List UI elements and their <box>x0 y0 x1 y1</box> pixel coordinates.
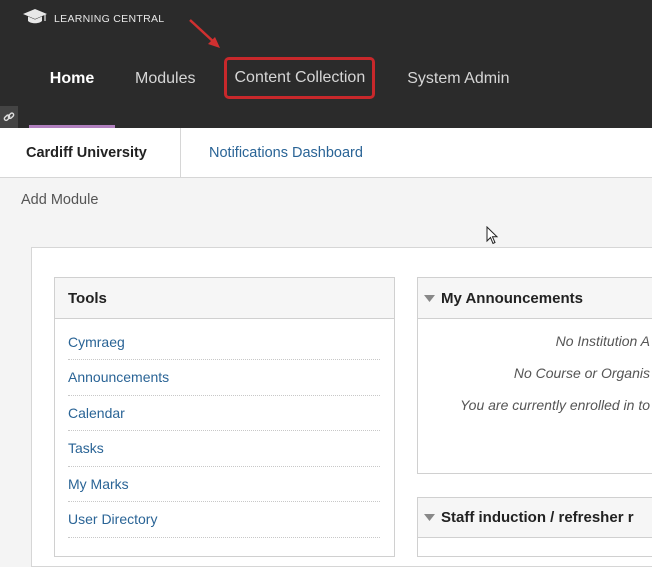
tool-link-user-directory[interactable]: User Directory <box>68 502 380 538</box>
tab-cardiff-university[interactable]: Cardiff University <box>0 128 181 177</box>
tool-link-cymraeg[interactable]: Cymraeg <box>68 319 380 360</box>
mouse-cursor-icon <box>486 226 499 245</box>
brand-logo[interactable]: LEARNING CENTRAL <box>22 7 165 32</box>
announcements-header[interactable]: My Announcements <box>418 278 652 319</box>
nav-content-collection[interactable]: Content Collection <box>224 57 376 99</box>
announcements-title: My Announcements <box>441 289 583 307</box>
collapse-triangle-icon[interactable] <box>424 290 435 307</box>
tool-link-tasks[interactable]: Tasks <box>68 431 380 467</box>
nav-home[interactable]: Home <box>29 58 115 128</box>
tools-list: Cymraeg Announcements Calendar Tasks My … <box>55 319 394 538</box>
brand-name: LEARNING CENTRAL <box>54 13 165 25</box>
tools-module: Tools Cymraeg Announcements Calendar Tas… <box>54 277 395 557</box>
top-header: LEARNING CENTRAL Home Modules Content Co… <box>0 0 652 128</box>
staff-induction-title: Staff induction / refresher r <box>441 509 634 526</box>
tool-link-calendar[interactable]: Calendar <box>68 396 380 431</box>
staff-induction-module: Staff induction / refresher r <box>417 497 652 557</box>
announcement-line: You are currently enrolled in to <box>460 397 650 413</box>
nav-modules[interactable]: Modules <box>135 58 195 99</box>
collapse-triangle-icon[interactable] <box>424 509 435 526</box>
announcement-line: No Course or Organis <box>513 365 650 381</box>
tools-title: Tools <box>55 278 394 319</box>
announcements-module: My Announcements No Institution A No Cou… <box>417 277 652 474</box>
tool-link-announcements[interactable]: Announcements <box>68 360 380 396</box>
announcement-line: No Institution A <box>555 333 650 349</box>
red-arrow-annotation <box>189 19 220 48</box>
tab-bar: Cardiff University Notifications Dashboa… <box>0 128 652 178</box>
tab-notifications-dashboard[interactable]: Notifications Dashboard <box>209 128 363 177</box>
tool-link-my-marks[interactable]: My Marks <box>68 467 380 502</box>
mortarboard-icon <box>22 7 48 32</box>
nav-system-admin[interactable]: System Admin <box>407 58 509 99</box>
main-nav: Home Modules Content Collection System A… <box>29 57 510 128</box>
staff-induction-header[interactable]: Staff induction / refresher r <box>418 498 652 538</box>
add-module-button[interactable]: Add Module <box>21 192 98 208</box>
link-icon[interactable] <box>0 106 18 128</box>
